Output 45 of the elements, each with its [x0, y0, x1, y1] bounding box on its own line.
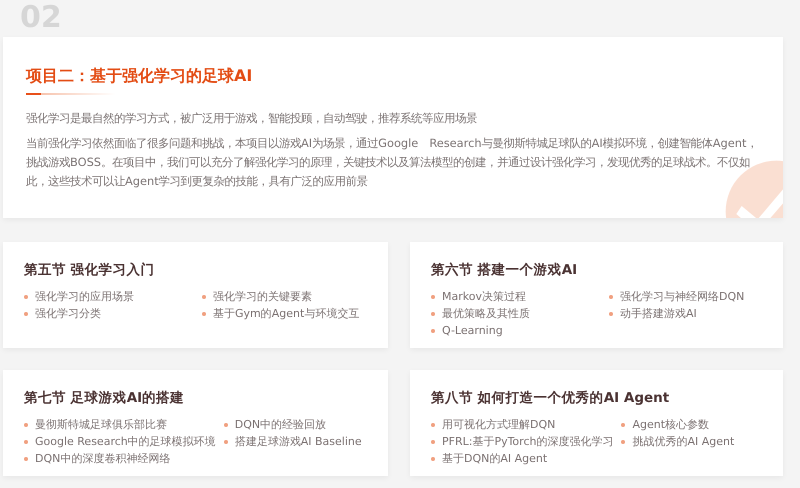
section-title: 第六节 搭建一个游戏AI	[431, 261, 578, 280]
bullet-icon	[431, 456, 435, 460]
topic-item: 强化学习与神经网络DQN	[620, 289, 744, 305]
topic-item: 基于DQN的AI Agent	[442, 451, 548, 467]
section-title: 第八节 如何打造一个优秀的AI Agent	[431, 389, 670, 408]
topic-item: 强化学习的应用场景	[35, 289, 134, 305]
bullet-icon	[621, 422, 626, 426]
section-title: 第七节 足球游戏AI的搭建	[24, 389, 186, 408]
topic-item: Markov决策过程	[442, 289, 526, 305]
bullet-icon	[202, 294, 206, 298]
topic-item: PFRL:基于PyTorch的深度强化学习	[442, 434, 614, 450]
description-paragraph: 强化学习是最自然的学习方式，被广泛用于游戏，智能投顾，自动驾驶，推荐系统等应用场景	[26, 110, 478, 127]
bullet-icon	[24, 440, 28, 444]
project-title: 项目二：基于强化学习的足球AI	[26, 65, 254, 87]
bullet-icon	[24, 422, 28, 426]
topic-item: 动手搭建游戏AI	[620, 306, 697, 322]
topic-item: Q-Learning	[442, 323, 503, 339]
topic-item: 搭建足球游戏AI Baseline	[234, 434, 362, 450]
topic-item: 挑战优秀的AI Agent	[632, 434, 734, 450]
description-paragraph: 当前强化学习依然面临了很多问题和挑战，本项目以游戏AI为场景，通过Google Research与曼彻斯特城足球队的AI模拟环境，创建智能体Agent，挑战游戏BOSS。在项目中，我们可以充分了解强化学习的原理，关键技术以及算法模型的创建，并通过设计强化学习，发现优秀的足球战术。不仅如此，这些技术可以让Agent学习到更复杂的技能，具有广泛的应用前景	[26, 135, 758, 190]
bullet-icon	[24, 312, 28, 316]
topic-item: 强化学习的关键要素	[213, 289, 312, 305]
bullet-icon	[431, 328, 435, 332]
topic-item: 曼彻斯特城足球俱乐部比赛	[35, 417, 167, 433]
section-title: 第五节 强化学习入门	[24, 261, 156, 280]
topic-item: Agent核心参数	[632, 417, 710, 433]
bullet-icon	[431, 294, 435, 298]
bullet-icon	[224, 422, 228, 426]
bullet-icon	[431, 440, 435, 444]
bullet-icon	[24, 456, 28, 460]
bullet-icon	[621, 440, 626, 444]
bullet-icon	[24, 294, 28, 298]
topic-item: 基于Gym的Agent与环境交互	[213, 306, 360, 322]
bullet-icon	[609, 294, 613, 298]
topic-item: DQN中的经验回放	[234, 417, 326, 433]
topic-item: Google Research中的足球模拟环境	[35, 434, 216, 450]
bullet-icon	[431, 312, 435, 316]
bullet-icon	[609, 312, 613, 316]
topic-item: 用可视化方式理解DQN	[442, 417, 556, 433]
bullet-icon	[224, 440, 228, 444]
bullet-icon	[202, 312, 206, 316]
bullet-icon	[431, 422, 435, 426]
topic-item: 最优策略及其性质	[442, 306, 530, 322]
topic-item: 强化学习分类	[35, 306, 101, 322]
topic-item: DQN中的深度卷积神经网络	[35, 451, 170, 467]
